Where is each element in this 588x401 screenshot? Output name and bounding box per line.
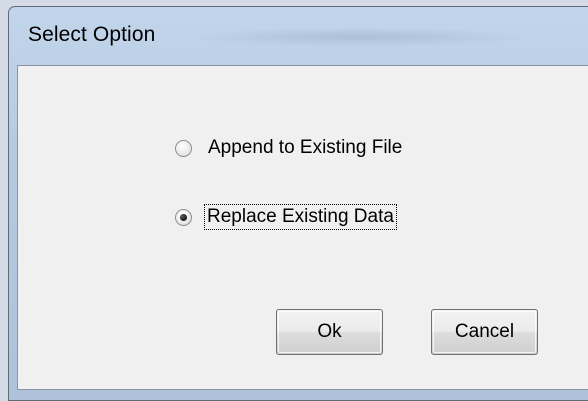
- append-option[interactable]: Append to Existing File: [175, 137, 402, 159]
- title-bar[interactable]: Select Option: [9, 7, 588, 61]
- replace-option[interactable]: Replace Existing Data: [175, 204, 397, 230]
- replace-option-label[interactable]: Replace Existing Data: [204, 204, 397, 230]
- append-radio-button[interactable]: [175, 139, 192, 157]
- dialog-client-area: Append to Existing File Replace Existing…: [17, 65, 588, 390]
- radio-selected-dot: [180, 213, 187, 221]
- select-option-dialog: Select Option Append to Existing File Re…: [8, 6, 588, 401]
- ok-button[interactable]: Ok: [276, 309, 383, 355]
- append-option-label[interactable]: Append to Existing File: [208, 137, 402, 159]
- ok-button-label: Ok: [317, 321, 342, 342]
- dialog-title: Select Option: [28, 23, 156, 46]
- cancel-button-label: Cancel: [454, 321, 515, 342]
- cancel-button[interactable]: Cancel: [431, 309, 538, 355]
- replace-radio-button[interactable]: [175, 208, 192, 226]
- title-bar-glow: [189, 27, 529, 47]
